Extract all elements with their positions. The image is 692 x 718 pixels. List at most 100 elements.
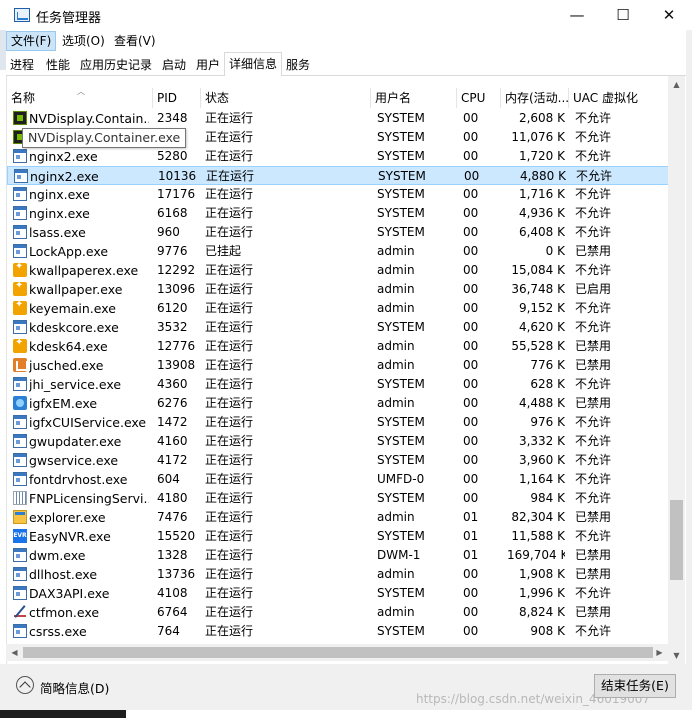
process-row[interactable]: jhi_service.exe 4360 正在运行 SYSTEM 00 628 K 不允许	[7, 375, 669, 394]
process-pid: 12292	[157, 263, 196, 277]
process-row[interactable]: LockApp.exe 9776 已挂起 admin 00 0 K 已禁用	[7, 242, 669, 261]
end-task-button[interactable]: 结束任务(E)	[594, 674, 676, 698]
col-name[interactable]: ︿ 名称	[7, 88, 153, 108]
vertical-scroll-thumb[interactable]	[670, 500, 683, 580]
process-row[interactable]: igfxCUIService.exe 1472 正在运行 SYSTEM 00 976 K 不…	[7, 413, 669, 432]
process-row[interactable]: DAX3API.exe 4108 正在运行 SYSTEM 00 1,996 K 不允许	[7, 584, 669, 603]
tab-startup[interactable]: 启动	[158, 54, 190, 76]
process-cpu: 00	[463, 453, 479, 467]
process-username: SYSTEM	[377, 187, 425, 201]
process-row[interactable]: FNPLicensingServi... 4180 正在运行 SYSTEM 00 984 …	[7, 489, 669, 508]
maximize-button[interactable]: ☐	[600, 0, 646, 30]
process-row[interactable]: nginx.exe 17176 正在运行 SYSTEM 00 1,716 K 不允许	[7, 185, 669, 204]
process-name: DAX3API.exe	[29, 586, 110, 601]
horizontal-scrollbar[interactable]: ◀ ▶	[6, 644, 668, 661]
menu-file[interactable]: 文件(F)	[6, 31, 57, 51]
process-row[interactable]: dwm.exe 1328 正在运行 DWM-1 01 169,704 K 已禁用	[7, 546, 669, 565]
process-status: 正在运行	[205, 206, 254, 220]
minimize-button[interactable]: —	[554, 0, 600, 30]
close-button[interactable]: ✕	[646, 0, 692, 30]
vertical-scrollbar[interactable]: ▲ ▼	[668, 76, 685, 664]
process-uac: 不允许	[575, 624, 612, 638]
process-memory: 11,076 K	[511, 130, 565, 144]
process-uac: 不允许	[575, 187, 612, 201]
process-row[interactable]: nginx.exe 6168 正在运行 SYSTEM 00 4,936 K 不允许	[7, 204, 669, 223]
process-uac: 不允许	[575, 225, 612, 239]
tab-details[interactable]: 详细信息	[224, 52, 283, 77]
col-cpu[interactable]: CPU	[457, 88, 501, 108]
tab-users[interactable]: 用户	[192, 54, 224, 76]
process-cpu: 00	[463, 396, 479, 410]
ctfmon-pen-icon	[13, 605, 27, 619]
process-name: lsass.exe	[29, 225, 86, 240]
window-title: 任务管理器	[36, 11, 102, 26]
process-memory: 1,716 K	[518, 187, 565, 201]
tab-performance[interactable]: 性能	[42, 54, 74, 76]
process-row[interactable]: kdeskcore.exe 3532 正在运行 SYSTEM 00 4,620 K 不允许	[7, 318, 669, 337]
process-row[interactable]: keyemain.exe 6120 正在运行 admin 00 9,152 K 不允许	[7, 299, 669, 318]
col-memory[interactable]: 内存(活动...	[501, 88, 569, 108]
process-username: admin	[377, 339, 415, 353]
process-pid: 13736	[157, 567, 196, 581]
process-name: nginx2.exe	[30, 169, 99, 184]
scroll-up-icon[interactable]: ▲	[668, 76, 685, 93]
process-row[interactable]: kwallpaper.exe 13096 正在运行 admin 00 36,748 K 已启…	[7, 280, 669, 299]
process-uac: 已禁用	[575, 396, 612, 410]
process-cpu: 00	[463, 377, 479, 391]
process-row[interactable]: ctfmon.exe 6764 正在运行 admin 00 8,824 K 已禁用	[7, 603, 669, 622]
tab-processes[interactable]: 进程	[6, 54, 38, 76]
process-cpu: 00	[463, 415, 479, 429]
process-memory: 984 K	[530, 491, 565, 505]
tab-services[interactable]: 服务	[282, 54, 314, 76]
column-header: ︿ 名称 PID 状态 用户名 CPU 内存(活动... UAC 虚拟化	[7, 88, 669, 108]
col-status[interactable]: 状态	[201, 88, 371, 108]
scroll-down-icon[interactable]: ▼	[668, 647, 685, 664]
process-username: admin	[377, 282, 415, 296]
process-uac: 不允许	[575, 377, 612, 391]
process-pid: 6120	[157, 301, 188, 315]
app-window-icon	[13, 586, 27, 600]
process-pid: 764	[157, 624, 180, 638]
process-pid: 6168	[157, 206, 188, 220]
col-uac[interactable]: UAC 虚拟化	[569, 88, 669, 108]
process-username: SYSTEM	[377, 624, 425, 638]
process-row[interactable]: gwservice.exe 4172 正在运行 SYSTEM 00 3,960 K 不允许	[7, 451, 669, 470]
process-username: SYSTEM	[377, 453, 425, 467]
menu-bar: 文件(F) 选项(O) 查看(V)	[6, 30, 692, 52]
tab-app-history[interactable]: 应用历史记录	[76, 54, 156, 76]
collapse-chevron-icon[interactable]	[16, 676, 34, 694]
scroll-right-icon[interactable]: ▶	[651, 644, 668, 661]
process-row[interactable]: kwallpaperex.exe 12292 正在运行 admin 00 15,084 K…	[7, 261, 669, 280]
process-status: 正在运行	[205, 415, 254, 429]
process-row[interactable]: csrss.exe 764 正在运行 SYSTEM 00 908 K 不允许	[7, 622, 669, 641]
process-row[interactable]: fontdrvhost.exe 604 正在运行 UMFD-0 00 1,164 K 不允许	[7, 470, 669, 489]
process-pid: 17176	[157, 187, 196, 201]
process-row[interactable]: dllhost.exe 13736 正在运行 admin 00 1,908 K 已禁用	[7, 565, 669, 584]
process-row[interactable]: explorer.exe 7476 正在运行 admin 01 82,304 K 已禁用	[7, 508, 669, 527]
process-row[interactable]: jusched.exe 13908 正在运行 admin 00 776 K 已禁用	[7, 356, 669, 375]
footer-bar: 简略信息(D) https://blog.csdn.net/weixin_460…	[0, 664, 692, 710]
horizontal-scroll-thumb[interactable]	[23, 647, 653, 658]
process-row[interactable]: EVR EasyNVR.exe 15520 正在运行 SYSTEM 01 11,588 K 不…	[7, 527, 669, 546]
process-row[interactable]: igfxEM.exe 6276 正在运行 admin 00 4,488 K 已禁用	[7, 394, 669, 413]
process-row[interactable]: lsass.exe 960 正在运行 SYSTEM 00 6,408 K 不允许	[7, 223, 669, 242]
process-row[interactable]: nginx2.exe 10136 正在运行 SYSTEM 00 4,880 K 不允许	[7, 166, 669, 185]
col-pid[interactable]: PID	[153, 88, 201, 108]
app-window-icon	[13, 149, 27, 163]
col-username[interactable]: 用户名	[371, 88, 457, 108]
menu-view[interactable]: 查看(V)	[110, 31, 160, 51]
process-cpu: 00	[463, 605, 479, 619]
fewer-details-link[interactable]: 简略信息(D)	[40, 678, 109, 697]
menu-options[interactable]: 选项(O)	[58, 31, 109, 51]
process-row[interactable]: nginx2.exe 5280 正在运行 SYSTEM 00 1,720 K 不允许	[7, 147, 669, 166]
process-username: SYSTEM	[378, 169, 426, 183]
process-row[interactable]: NVDisplay.Contain... 2348 正在运行 SYSTEM 00 2,60…	[7, 109, 669, 128]
process-row[interactable]: gwupdater.exe 4160 正在运行 SYSTEM 00 3,332 K 不允许	[7, 432, 669, 451]
process-username: SYSTEM	[377, 434, 425, 448]
process-pid: 4172	[157, 453, 188, 467]
process-memory: 1,720 K	[518, 149, 565, 163]
process-status: 已挂起	[205, 244, 242, 258]
scroll-left-icon[interactable]: ◀	[6, 644, 23, 661]
process-row[interactable]: kdesk64.exe 12776 正在运行 admin 00 55,528 K 已禁用	[7, 337, 669, 356]
process-cpu: 00	[463, 187, 479, 201]
